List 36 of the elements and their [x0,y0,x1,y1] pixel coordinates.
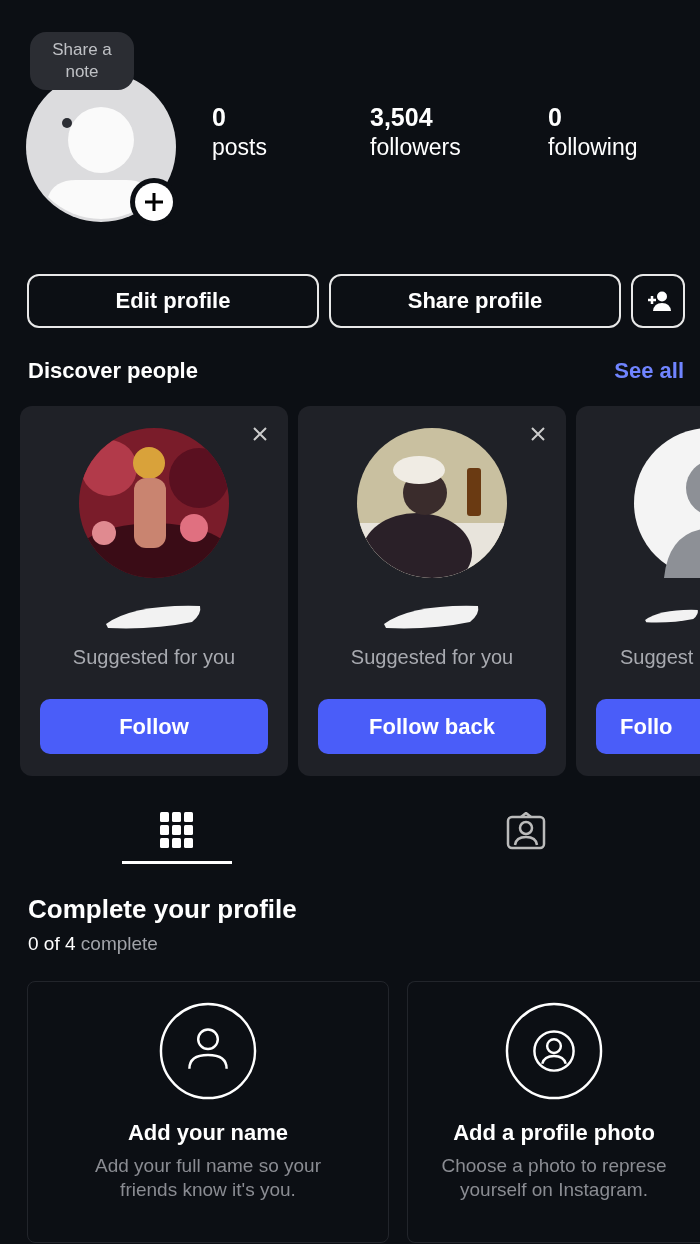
section-title: Complete your profile [28,894,297,925]
avatar-placeholder-icon [634,428,700,578]
stat-count: 0 [212,102,226,132]
suggestion-reason: Suggested for you [72,646,236,669]
task-title: Add a profile photo [453,1120,655,1146]
follow-button[interactable]: Follow back [318,699,546,754]
profile-action-button[interactable]: Edit profile [27,274,319,328]
tagged-person-icon [505,812,546,850]
follow-button[interactable]: Follo [596,699,700,754]
suggestion-reason: Suggest [620,646,694,669]
profile-photo-icon [505,1002,603,1100]
task-card[interactable]: Add your name Add your full name so your friends know it's you. [27,981,389,1243]
profile-tab[interactable] [122,812,232,864]
stat-count: 0 [548,102,562,132]
see-all-link[interactable]: See all [614,358,684,384]
person-icon [159,1002,257,1100]
stat-label[interactable]: following [548,132,638,162]
close-icon[interactable] [252,426,268,442]
suggestion-reason: Suggested for you [350,646,514,669]
follow-button[interactable]: Follow [40,699,268,754]
task-card[interactable]: Add a profile photo Choose a photo to represe yourself on Instagram. [407,981,700,1243]
task-description: Choose a photo to represe yourself on Instagram. [441,1154,667,1202]
stat-label[interactable]: followers [370,132,461,162]
progress-text: 0 of 4 complete [28,933,158,955]
task-title: Add your name [127,1120,289,1146]
add-person-button[interactable] [631,274,685,328]
profile-action-button[interactable]: Share profile [329,274,621,328]
grid-icon [159,812,194,850]
note-tooltip[interactable]: Share a note [30,32,134,90]
add-person-icon [645,291,671,311]
section-title: Discover people [28,358,198,384]
close-icon[interactable] [530,426,546,442]
stat-count: 3,504 [370,102,433,132]
task-description: Add your full name so your friends know it's you. [95,1154,321,1202]
stat-label[interactable]: posts [212,132,267,162]
tooltip-tail-icon [62,118,72,128]
